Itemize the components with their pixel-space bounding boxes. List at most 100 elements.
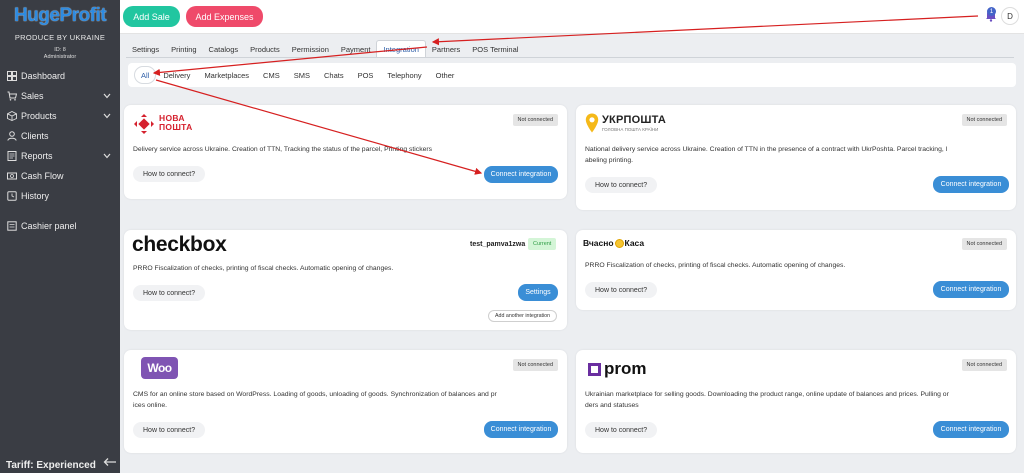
tab-partners[interactable]: Partners [426,40,466,58]
novaposhta-logo-text: НОВА ПОШТА [159,114,193,132]
integration-card-prom: prom Not connected Ukrainian marketplace… [576,350,1016,453]
how-to-connect-button[interactable]: How to connect? [133,285,206,301]
sidebar-nav: Dashboard Sales Products Clients Reports… [0,66,120,236]
status-badge: Not connected [961,238,1007,250]
integration-card-checkbox: checkbox test_pamva1zwa Current PRRO Fis… [124,230,567,330]
filter-marketplaces[interactable]: Marketplaces [197,66,256,84]
integration-card-novaposhta: НОВА ПОШТА Not connected Delivery servic… [124,105,567,199]
vchasno-logo-right: Каса [624,238,645,248]
dashboard-icon [6,71,17,82]
ukrposhta-logo-subtitle: ГОЛОВНА ПОШТА КРАЇНИ [602,127,659,132]
sidebar-item-products[interactable]: Products [0,106,120,126]
sidebar: HugeProfit PRODUCE BY UKRAINE ID: 8 Admi… [0,0,120,473]
connected-shop-name: test_pamva1zwa [470,241,526,248]
novaposhta-logo-icon [134,114,154,134]
sidebar-item-label: History [21,191,50,201]
tab-products[interactable]: Products [244,40,286,58]
filter-all[interactable]: All [134,66,157,84]
topbar: Add Sale Add Expenses 1 D [120,0,1024,34]
how-to-connect-button[interactable]: How to connect? [133,166,206,182]
sidebar-item-label: Clients [21,131,49,141]
box-icon [6,111,17,122]
novaposhta-logo-line2: ПОШТА [159,121,193,132]
chevron-down-icon [103,111,111,121]
prom-logo-icon [588,362,601,376]
chevron-down-icon [103,151,111,161]
prom-logo-text: prom [604,359,647,378]
integration-card-woocommerce: Woo Not connected CMS for an online stor… [124,350,567,453]
nav-divider [0,206,120,216]
vchasno-logo-dot [614,238,624,248]
description-line-1: CMS for an online store based on WordPre… [133,391,497,398]
sidebar-item-cashier-panel[interactable]: Cashier panel [0,216,120,236]
add-another-integration-button[interactable]: Add another integration [488,310,558,322]
filter-telephony[interactable]: Telephony [380,66,428,84]
user-icon [6,131,17,142]
tariff-label: Tariff: Experienced [6,460,96,471]
description-line-2: abeling printing. [585,156,633,164]
filter-delivery[interactable]: Delivery [156,66,197,84]
sidebar-item-label: Reports [21,151,53,161]
sidebar-item-sales[interactable]: Sales [0,86,120,106]
tabs-divider [126,57,1014,58]
prom-logo: prom [588,359,647,379]
settings-button[interactable]: Settings [518,284,558,301]
notification-badge: 1 [987,7,996,16]
avatar[interactable]: D [1001,7,1019,25]
report-icon [6,151,17,162]
account-id: ID: 8 [54,47,66,53]
tab-pos-terminal[interactable]: POS Terminal [466,40,524,58]
tab-integration[interactable]: Integration [376,40,426,58]
filter-sms[interactable]: SMS [287,66,317,84]
filter-other[interactable]: Other [429,66,462,84]
filter-chats[interactable]: Chats [317,66,351,84]
logo: HugeProfit PRODUCE BY UKRAINE ID: 8 Admi… [0,0,120,60]
sidebar-item-reports[interactable]: Reports [0,146,120,166]
chevron-down-icon [103,91,111,101]
app-name: HugeProfit [13,5,107,26]
sidebar-item-label: Cash Flow [21,171,64,181]
collapse-sidebar-icon[interactable] [103,454,117,472]
status-badge: Not connected [961,114,1007,126]
sidebar-item-clients[interactable]: Clients [0,126,120,146]
sidebar-item-label: Sales [21,91,44,101]
add-sale-button[interactable]: Add Sale [123,6,180,27]
connect-integration-button[interactable]: Connect integration [933,281,1009,298]
connect-integration-button[interactable]: Connect integration [484,421,558,438]
how-to-connect-button[interactable]: How to connect? [585,282,658,298]
connect-integration-button[interactable]: Connect integration [933,421,1009,438]
connect-integration-button[interactable]: Connect integration [933,176,1009,193]
filter-pos[interactable]: POS [351,66,381,84]
how-to-connect-button[interactable]: How to connect? [585,422,658,438]
filter-bar: All Delivery Marketplaces CMS SMS Chats … [128,63,1016,87]
description-line-1: Ukrainian marketplace for selling goods.… [585,391,949,398]
description-line-2: ders and statuses [585,401,639,409]
sidebar-item-label: Dashboard [21,71,66,81]
integration-card-vchasno-kasa: Вчасно Каса Not connected PRRO Fiscaliza… [576,230,1016,310]
cart-icon [6,91,17,102]
add-expenses-button[interactable]: Add Expenses [186,6,263,27]
connect-integration-button[interactable]: Connect integration [484,166,558,183]
how-to-connect-button[interactable]: How to connect? [585,177,658,193]
tab-permission[interactable]: Permission [286,40,335,58]
sidebar-item-history[interactable]: History [0,186,120,206]
card-description: PRRO Fiscalization of checks, printing o… [585,262,846,269]
woocommerce-logo: Woo [141,357,178,379]
ukrposhta-logo-title: УКРПОШТА [602,114,666,126]
tab-payment[interactable]: Payment [335,40,377,58]
cashier-icon [6,221,17,232]
sidebar-item-label: Products [21,111,57,121]
app-tagline: PRODUCE BY UKRAINE [14,33,106,42]
sidebar-item-label: Cashier panel [21,221,77,231]
card-description: National delivery service across Ukraine… [585,145,1005,166]
ukrposhta-pin-icon [585,113,599,133]
tab-settings[interactable]: Settings [126,40,165,58]
tab-printing[interactable]: Printing [165,40,202,58]
how-to-connect-button[interactable]: How to connect? [133,422,206,438]
tab-catalogs[interactable]: Catalogs [203,40,245,58]
filter-cms[interactable]: CMS [256,66,287,84]
sidebar-item-cash-flow[interactable]: Cash Flow [0,166,120,186]
ukrposhta-logo: УКРПОШТА ГОЛОВНА ПОШТА КРАЇНИ [585,113,695,137]
vchasno-kasa-logo: Вчасно Каса [583,238,644,248]
sidebar-item-dashboard[interactable]: Dashboard [0,66,120,86]
